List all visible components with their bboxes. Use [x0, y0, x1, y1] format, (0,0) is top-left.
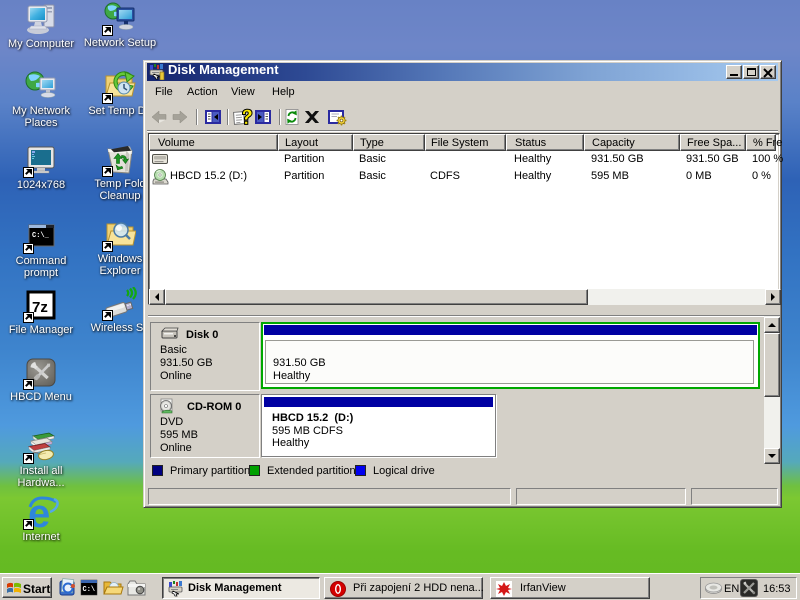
svg-text:C:\: C:\ — [83, 586, 96, 594]
svg-text:C:\_: C:\_ — [32, 232, 50, 240]
svg-text:7z: 7z — [32, 299, 48, 316]
